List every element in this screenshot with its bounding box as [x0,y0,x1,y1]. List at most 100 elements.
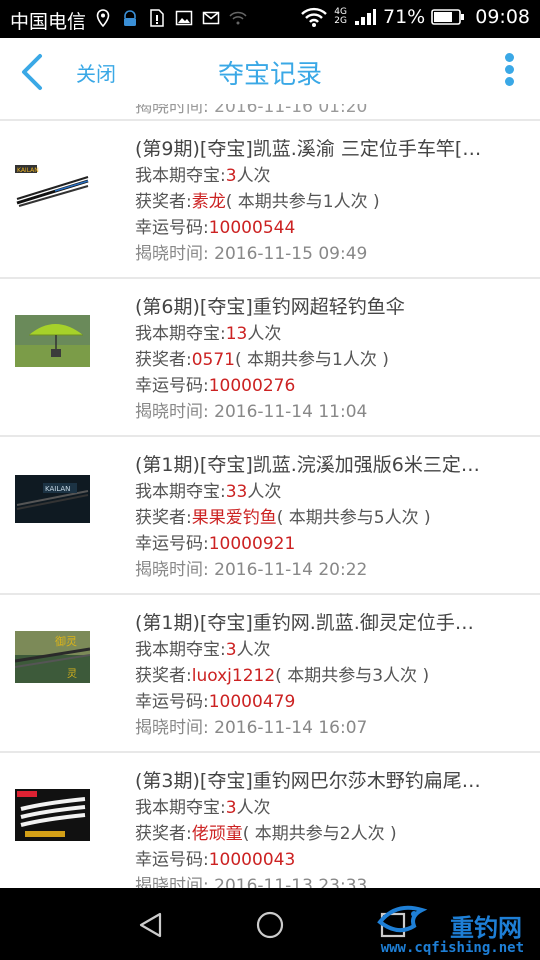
list-item[interactable]: 御灵灵 (第1期)[夺宝]重钓网.凯蓝.御灵定位手… 我本期夺宝:3人次 获奖者… [0,595,540,751]
participation-suffix: 人次 ) [350,824,397,844]
svg-text:灵: 灵 [67,668,77,680]
record-list[interactable]: 揭晓时间: 2016-11-16 01:20 KAILAN (第9期)[夺宝]凯… [0,104,540,888]
count-unit: 人次 [236,166,271,186]
reveal-time-label: 揭晓时间: [135,718,209,738]
winner-row: 获奖者:果果爱钓鱼( 本期共参与5人次 ) [135,505,520,531]
my-entries-count: 3 [225,640,237,660]
participation-suffix: 人次 ) [342,350,389,370]
reveal-time-row: 揭晓时间: 2016-11-14 20:22 [135,557,520,583]
lucky-number-label: 幸运号码: [135,692,209,712]
carrier-label: 中国电信 [10,11,87,33]
winner-row: 获奖者:luoxj1212( 本期共参与3人次 ) [135,663,520,689]
reveal-time-label: 揭晓时间: [135,560,209,580]
count-unit: 人次 [247,482,282,502]
clock: 09:08 [475,6,530,28]
svg-text:御灵: 御灵 [55,634,77,648]
winner-row: 获奖者:佬顽童( 本期共参与2人次 ) [135,821,520,847]
winner-name[interactable]: 素龙 [192,192,226,212]
lucky-number-row: 幸运号码:10000479 [135,689,520,715]
nav-home-circle-icon[interactable] [255,910,285,940]
my-entries-row: 我本期夺宝:13人次 [135,321,520,347]
product-thumbnail: KAILAN [15,159,90,211]
wifi-question-icon [229,11,247,25]
my-entries-label: 我本期夺宝: [135,798,226,818]
product-thumbnail [15,315,90,367]
lucky-number-value: 10000921 [208,534,296,554]
count-unit: 人次 [236,640,271,660]
reveal-time-value: 2016-11-14 20:22 [214,560,368,580]
reveal-time-label: 揭晓时间: [135,244,209,264]
winner-label: 获奖者: [135,824,192,844]
winner-total: 1 [332,350,343,370]
network-2g-label: 2G [334,16,347,26]
record-info: (第9期)[夺宝]凯蓝.溪渝 三定位手车竿[… 我本期夺宝:3人次 获奖者:素龙… [135,135,520,267]
winner-label: 获奖者: [135,350,192,370]
fish-logo-icon [377,905,428,933]
battery-icon [431,9,465,25]
winner-total: 1 [322,192,334,212]
watermark-url: www.cqfishing.net [380,940,524,956]
participation-prefix: ( 本期共参与 [276,508,374,528]
participation-prefix: ( 本期共参与 [225,192,323,212]
reveal-time-label: 揭晓时间: [135,402,209,422]
list-item[interactable]: (第6期)[夺宝]重钓网超轻钓鱼伞 我本期夺宝:13人次 获奖者:0571( 本… [0,279,540,435]
my-entries-count: 13 [225,324,248,344]
signal-icon [355,9,376,25]
record-title[interactable]: (第9期)[夺宝]凯蓝.溪渝 三定位手车竿[… [135,135,520,163]
wifi-icon [301,7,328,27]
record-info: (第6期)[夺宝]重钓网超轻钓鱼伞 我本期夺宝:13人次 获奖者:0571( 本… [135,293,520,425]
nav-back-triangle-icon[interactable] [136,910,166,940]
record-title[interactable]: (第1期)[夺宝]凯蓝.浣溪加强版6米三定… [135,451,520,479]
reveal-time-row: 揭晓时间: 2016-11-15 09:49 [135,241,520,267]
product-thumbnail [15,789,90,841]
battery-percent: 71% [383,6,426,28]
warning-file-icon [150,9,164,27]
product-thumbnail: 御灵灵 [15,631,90,683]
lucky-number-label: 幸运号码: [135,376,209,396]
partial-reveal-row: 揭晓时间: 2016-11-16 01:20 [135,104,367,117]
my-entries-label: 我本期夺宝: [135,324,226,344]
winner-row: 获奖者:素龙( 本期共参与1人次 ) [135,189,520,215]
winner-name[interactable]: luoxj1212 [192,666,275,686]
record-title[interactable]: (第3期)[夺宝]重钓网巴尔莎木野钓扁尾… [135,767,520,795]
my-entries-count: 3 [225,798,237,818]
lucky-number-value: 10000043 [208,850,296,870]
my-entries-count: 33 [225,482,248,502]
status-bar: 中国电信 4G 2G 71% 09:08 [0,0,540,38]
list-item[interactable]: (第3期)[夺宝]重钓网巴尔莎木野钓扁尾… 我本期夺宝:3人次 获奖者:佬顽童(… [0,753,540,888]
lucky-number-label: 幸运号码: [135,534,209,554]
my-entries-row: 我本期夺宝:3人次 [135,637,520,663]
headset-lock-icon [124,10,136,26]
close-button[interactable]: 关闭 [76,58,116,87]
winner-total: 5 [373,508,385,528]
my-entries-row: 我本期夺宝:3人次 [135,795,520,821]
reveal-time-row: 揭晓时间: 2016-11-14 16:07 [135,715,520,741]
participation-prefix: ( 本期共参与 [235,350,333,370]
winner-name[interactable]: 果果爱钓鱼 [192,508,277,528]
lucky-number-value: 10000544 [208,218,296,238]
record-title[interactable]: (第6期)[夺宝]重钓网超轻钓鱼伞 [135,293,520,321]
system-nav-bar: 重钓网 www.cqfishing.net [0,888,540,960]
lucky-number-row: 幸运号码:10000921 [135,531,520,557]
reveal-time-row: 揭晓时间: 2016-11-13 23:33 [135,873,520,888]
lucky-number-row: 幸运号码:10000043 [135,847,520,873]
reveal-time-value: 2016-11-13 23:33 [214,876,368,888]
winner-name[interactable]: 佬顽童 [192,824,243,844]
reveal-time-value: 2016-11-15 09:49 [214,244,368,264]
watermark-brand: 重钓网 [450,914,522,942]
lucky-number-value: 10000276 [208,376,296,396]
list-item[interactable]: KAILAN (第9期)[夺宝]凯蓝.溪渝 三定位手车竿[… 我本期夺宝:3人次… [0,121,540,277]
site-watermark: 重钓网 www.cqfishing.net [372,896,532,956]
winner-total: 3 [372,666,384,686]
my-entries-label: 我本期夺宝: [135,482,226,502]
my-entries-label: 我本期夺宝: [135,640,226,660]
svg-text:KAILAN: KAILAN [17,167,39,174]
back-arrow-icon[interactable] [18,52,48,92]
winner-label: 获奖者: [135,192,192,212]
winner-name[interactable]: 0571 [192,350,235,370]
record-title[interactable]: (第1期)[夺宝]重钓网.凯蓝.御灵定位手… [135,609,520,637]
reveal-time-value: 2016-11-16 01:20 [214,104,368,117]
more-options-icon[interactable] [502,50,516,92]
participation-suffix: 人次 ) [383,666,430,686]
list-item[interactable]: KAILAN (第1期)[夺宝]凯蓝.浣溪加强版6米三定… 我本期夺宝:33人次… [0,437,540,593]
